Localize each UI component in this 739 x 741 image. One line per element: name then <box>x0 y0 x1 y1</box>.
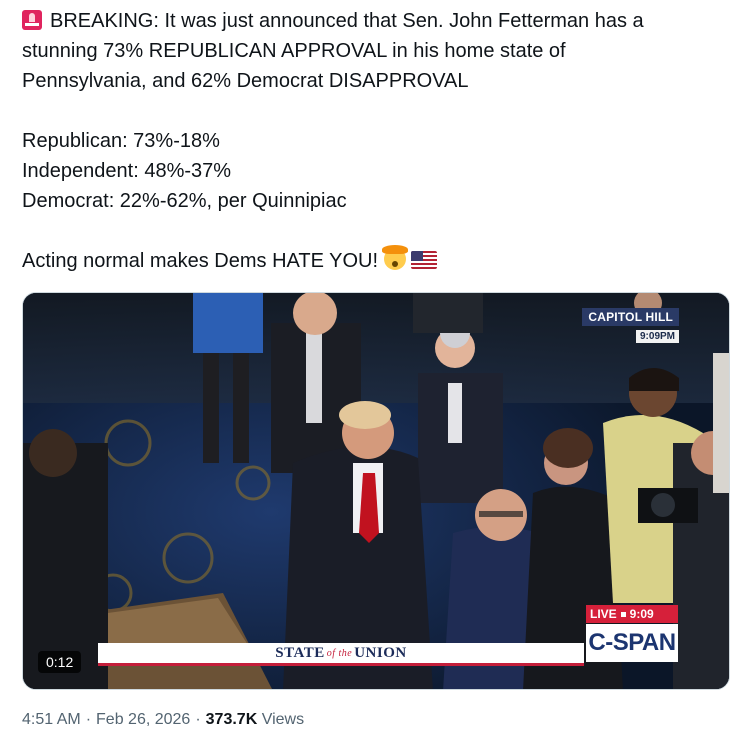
tweet-line-2: stunning 73% REPUBLICAN APPROVAL in his … <box>22 40 566 62</box>
tweet-line-republican: Republican: 73%-18% <box>22 130 220 152</box>
tweet-meta: 4:51 AM · Feb 26, 2026 · 373.7K Views <box>22 711 304 729</box>
views-label: Views <box>261 711 305 728</box>
tweet-line-1: BREAKING: It was just announced that Sen… <box>22 6 722 36</box>
live-dot-icon <box>620 611 626 617</box>
us-flag-icon <box>411 251 438 269</box>
location-time: 9:09PM <box>635 330 679 343</box>
tweet-line-3: Pennsylvania, and 62% Democrat DISAPPROV… <box>22 70 469 92</box>
exploding-head-icon <box>382 245 409 270</box>
tweet-line-independent: Independent: 48%-37% <box>22 160 232 182</box>
location-tag: CAPITOL HILL 9:09PM <box>582 308 679 344</box>
state-of-the-union-banner: STATE of the UNION <box>98 643 584 666</box>
video-duration: 0:12 <box>38 651 82 673</box>
cspan-logo: C-SPAN <box>586 624 678 662</box>
location-label: CAPITOL HILL <box>582 308 679 326</box>
video-player[interactable]: CAPITOL HILL 9:09PM STATE of the UNION L… <box>22 292 730 690</box>
meta-separator: · <box>85 711 92 728</box>
meta-separator: · <box>195 711 201 728</box>
banner-of-the: of the <box>326 647 353 659</box>
live-label: LIVE <box>590 607 617 621</box>
rotating-light-icon <box>22 10 42 30</box>
live-time: 9:09 <box>629 607 654 621</box>
live-badge: LIVE 9:09 <box>586 605 678 623</box>
banner-state: STATE <box>275 644 325 661</box>
tweet-line-democrat: Democrat: 22%-62%, per Quinnipiac <box>22 190 347 212</box>
tweet-line-closing: Acting normal makes Dems HATE YOU! <box>22 245 722 276</box>
tweet-date[interactable]: Feb 26, 2026 <box>96 711 190 728</box>
views-count[interactable]: 373.7K <box>206 711 258 728</box>
tweet-text: BREAKING: It was just announced that Sen… <box>22 6 722 276</box>
banner-union: UNION <box>354 644 407 661</box>
tweet-time[interactable]: 4:51 AM <box>22 711 81 728</box>
